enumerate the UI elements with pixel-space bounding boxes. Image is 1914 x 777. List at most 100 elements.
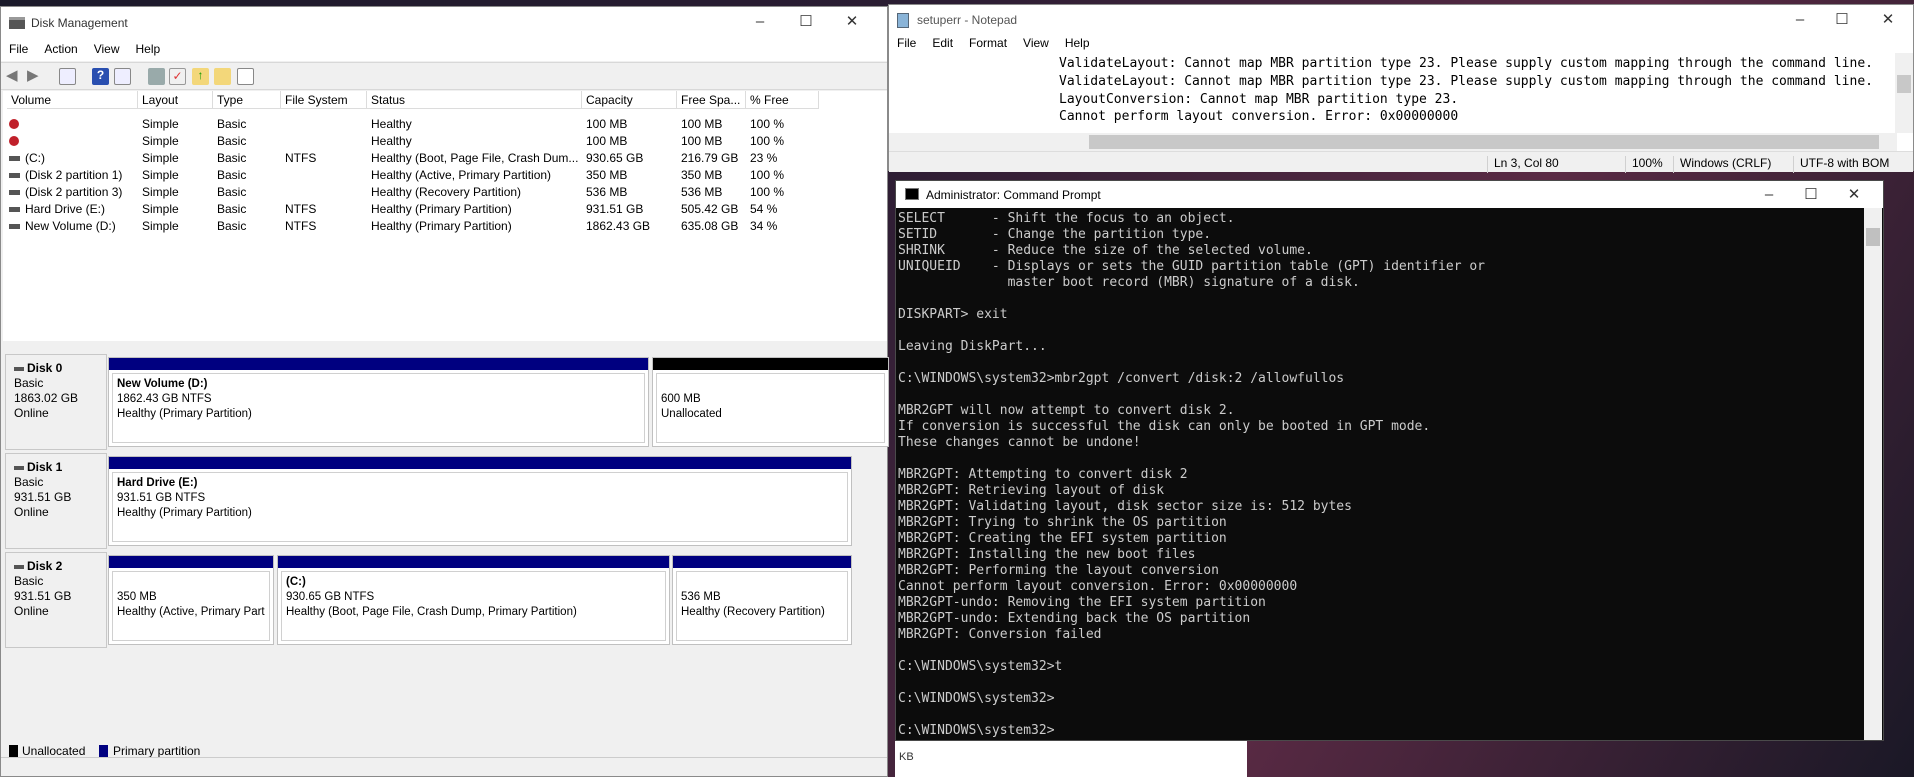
partition-status: Healthy (Boot, Page File, Crash Dump, Pr… [286,606,577,618]
maximize-button[interactable]: ☐ [1788,181,1834,208]
cell-volume: New Volume (D:) [25,219,116,233]
folder-search-icon[interactable] [214,68,231,85]
cell-free: 635.08 GB [681,219,739,233]
menu-edit[interactable]: Edit [924,33,961,50]
partition-size: 1862.43 GB NTFS [117,393,212,405]
close-button[interactable]: ✕ [1831,181,1877,208]
properties-icon[interactable] [237,68,254,85]
table-row[interactable]: Simple Basic Healthy 100 MB 100 MB 100 % [3,116,883,133]
title-bar[interactable]: Administrator: Command Prompt – ☐ ✕ [896,181,1883,208]
table-row[interactable]: (C:) Simple Basic NTFS Healthy (Boot, Page F… [3,150,883,167]
cell-volume [21,116,152,133]
cell-capacity: 100 MB [586,134,628,148]
table-row[interactable]: New Volume (D:) Simple Basic NTFS Healthy (P… [3,218,883,235]
column-header-volume[interactable]: Volume [7,91,138,109]
forward-icon[interactable]: ▶ [27,66,44,84]
menu-help[interactable]: Help [128,39,169,56]
partition-title: New Volume (D:) [117,378,208,390]
console-line: SETID - Change the partition type. [898,227,1212,242]
cell-free: 350 MB [681,168,723,182]
console-line: MBR2GPT: Retrieving layout of disk [898,483,1165,498]
cell-type: Basic [217,151,247,165]
menu-file[interactable]: File [1,39,36,56]
column-header-status[interactable]: Status [367,91,582,109]
close-button[interactable]: ✕ [1865,5,1911,35]
table-row[interactable]: (Disk 2 partition 3) Simple Basic Healthy (… [3,184,883,201]
table-row[interactable]: (Disk 2 partition 1) Simple Basic Healthy (… [3,167,883,184]
column-header-type[interactable]: Type [213,91,281,109]
disk-label[interactable]: Disk 0 Basic 1863.02 GB Online [5,354,107,450]
column-header-layout[interactable]: Layout [138,91,213,109]
menu-view[interactable]: View [1015,33,1057,50]
show-hide-console-tree-icon[interactable] [59,68,76,85]
cell-volume: (C:) [25,151,45,165]
partition-title [681,575,843,590]
disk-size: 1863.02 GB [14,391,79,405]
menu-help[interactable]: Help [1057,33,1098,50]
minimize-button[interactable]: – [1777,5,1823,35]
checklist-icon[interactable]: ✓ [169,68,186,85]
vertical-scrollbar[interactable] [1864,208,1882,740]
status-bar: Ln 3, Col 80 100% Windows (CRLF) UTF-8 w… [889,151,1913,173]
back-icon[interactable]: ◀ [6,66,23,84]
console-line: If conversion is successful the disk can… [898,419,1431,434]
column-header-fs[interactable]: File System [281,91,367,109]
console-output[interactable]: SELECT - Shift the focus to an object. SE… [898,211,1485,739]
partition-status: Healthy (Active, Primary Part [117,606,265,618]
unallocated-space[interactable]: 600 MB Unallocated [652,357,889,447]
disk-label[interactable]: Disk 2 Basic 931.51 GB Online [5,552,107,648]
background-window: KB [895,741,1247,777]
text-area[interactable]: ValidateLayout: Cannot map MBR partition… [1059,55,1873,126]
minimize-button[interactable]: – [737,7,783,37]
menu-view[interactable]: View [86,39,128,56]
partition[interactable]: New Volume (D:) 1862.43 GB NTFS Healthy (P… [108,357,649,447]
disk-label[interactable]: Disk 1 Basic 931.51 GB Online [5,453,107,549]
title-bar[interactable]: Disk Management – ☐ ✕ [1,7,887,39]
connect-drive-icon[interactable] [148,68,165,85]
cell-type: Basic [217,168,247,182]
menu-format[interactable]: Format [961,33,1015,50]
disk-2-row: Disk 2 Basic 931.51 GB Online 350 MB Healthy … [5,552,885,648]
close-button[interactable]: ✕ [829,7,875,37]
disk-name: Disk 2 [27,559,63,573]
encoding: UTF-8 with BOM [1793,156,1889,173]
help-icon[interactable]: ? [92,68,109,85]
maximize-button[interactable]: ☐ [783,7,829,37]
table-row[interactable]: Simple Basic Healthy 100 MB 100 MB 100 % [3,133,883,150]
menu-file[interactable]: File [889,33,924,50]
cell-layout: Simple [142,151,179,165]
partition[interactable]: 350 MB Healthy (Active, Primary Part [108,555,274,645]
partition[interactable]: Hard Drive (E:) 931.51 GB NTFS Healthy (Pr… [108,456,852,546]
horizontal-scrollbar[interactable] [889,133,1897,151]
show-hide-action-pane-icon[interactable] [114,68,131,85]
cell-fs: NTFS [285,151,317,165]
column-header-capacity[interactable]: Capacity [582,91,677,109]
column-header-pct[interactable]: % Free [746,91,819,109]
partition[interactable]: (C:) 930.65 GB NTFS Healthy (Boot, Page Fi… [277,555,670,645]
folder-up-icon[interactable]: ↑ [192,68,209,85]
console-line: These changes cannot be undone! [898,435,1141,450]
vertical-scrollbar[interactable] [1895,53,1913,133]
console-line: C:\WINDOWS\system32> [898,691,1055,706]
notepad-app-icon [897,13,909,28]
disk-1-row: Disk 1 Basic 931.51 GB Online Hard Drive (E:… [5,453,885,549]
line-ending: Windows (CRLF) [1673,156,1771,173]
table-row[interactable]: Hard Drive (E:) Simple Basic NTFS Healthy (P… [3,201,883,218]
cell-pct: 100 % [750,168,785,182]
maximize-button[interactable]: ☐ [1819,5,1865,35]
window-title: setuperr - Notepad [917,13,1018,27]
cell-capacity: 100 MB [586,117,628,131]
partition[interactable]: 536 MB Healthy (Recovery Partition) [672,555,852,645]
text-line: Cannot perform layout conversion. Error:… [1059,109,1459,125]
menu-action[interactable]: Action [36,39,85,56]
cell-volume: (Disk 2 partition 1) [25,168,123,182]
minimize-button[interactable]: – [1746,181,1792,208]
console-line: MBR2GPT-undo: Removing the EFI system pa… [898,595,1266,610]
disk-state: Online [14,604,49,618]
cell-pct: 23 % [750,151,778,165]
column-header-free[interactable]: Free Spa... [677,91,746,109]
background-window-text: KB [899,751,914,763]
